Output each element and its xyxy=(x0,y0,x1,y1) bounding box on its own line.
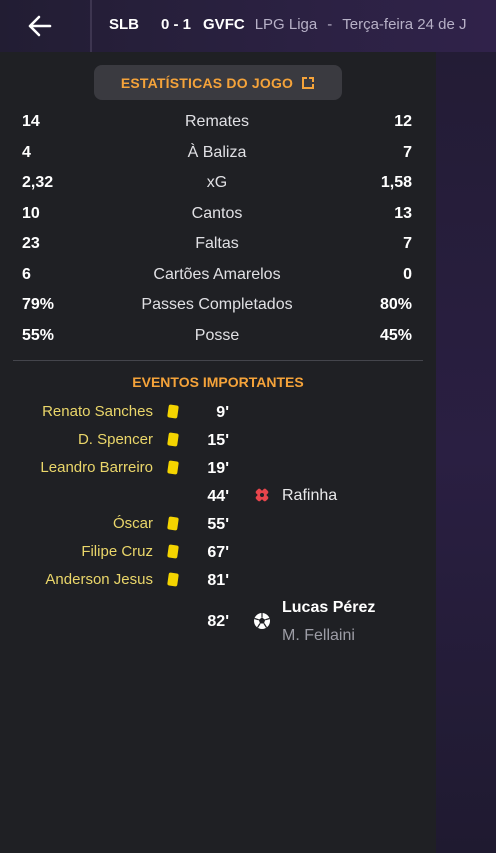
stat-away-value: 7 xyxy=(403,144,412,161)
section-divider xyxy=(13,360,423,361)
event-minute: 81' xyxy=(207,572,229,589)
match-header: SLB 0 - 1 GVFC LPG Liga - Terça-feira 24 de J xyxy=(109,16,466,33)
event-scorer[interactable]: Lucas Pérez xyxy=(282,599,375,617)
stat-label: Posse xyxy=(194,327,240,344)
yellow-card-icon xyxy=(167,460,179,475)
event-player[interactable]: Óscar xyxy=(113,515,153,532)
top-bar: SLB 0 - 1 GVFC LPG Liga - Terça-feira 24 de J xyxy=(0,0,496,52)
stat-row-shots: 14 Remates 12 xyxy=(22,113,412,135)
stat-away-value: 13 xyxy=(394,205,412,222)
stat-row-xg: 2,32 xG 1,58 xyxy=(22,174,412,196)
event-assist[interactable]: M. Fellaini xyxy=(282,627,355,645)
header-divider xyxy=(90,0,92,52)
event-minute: 55' xyxy=(207,516,229,533)
stat-row-on-target: 4 À Baliza 7 xyxy=(22,144,412,166)
stat-away-value: 12 xyxy=(394,113,412,130)
stat-away-value: 0 xyxy=(403,266,412,283)
back-button[interactable] xyxy=(18,8,64,44)
match-date: Terça-feira 24 de J xyxy=(342,16,467,33)
event-minute: 82' xyxy=(207,613,229,630)
event-player[interactable]: Anderson Jesus xyxy=(45,571,153,588)
yellow-card-icon xyxy=(167,432,179,447)
stat-row-corners: 10 Cantos 13 xyxy=(22,205,412,227)
event-player[interactable]: Renato Sanches xyxy=(42,403,153,420)
background-panel xyxy=(436,52,496,853)
stat-row-yellow-cards: 6 Cartões Amarelos 0 xyxy=(22,266,412,288)
yellow-card-icon xyxy=(167,404,179,419)
event-minute: 19' xyxy=(207,460,229,477)
yellow-card-icon xyxy=(167,516,179,531)
stat-away-value: 80% xyxy=(379,296,412,313)
event-away-player[interactable]: Rafinha xyxy=(282,487,337,505)
away-team[interactable]: GVFC xyxy=(203,16,245,33)
back-arrow-icon xyxy=(28,15,52,37)
yellow-card-icon xyxy=(167,572,179,587)
stat-row-fouls: 23 Faltas 7 xyxy=(22,235,412,257)
stat-label: À Baliza xyxy=(187,144,247,161)
match-stats-button-label: ESTATÍSTICAS DO JOGO xyxy=(120,74,294,91)
match-stats-panel: ESTATÍSTICAS DO JOGO 14 Remates 12 4 À B… xyxy=(0,52,436,853)
match-score: 0 - 1 xyxy=(161,16,192,33)
stat-away-value: 45% xyxy=(379,327,412,344)
event-player[interactable]: Leandro Barreiro xyxy=(40,459,153,476)
competition-name[interactable]: LPG Liga xyxy=(255,16,318,33)
event-minute: 15' xyxy=(207,432,229,449)
stat-label: Cartões Amarelos xyxy=(153,266,281,283)
events-title: EVENTOS IMPORTANTES xyxy=(132,374,304,390)
event-player[interactable]: D. Spencer xyxy=(78,431,153,448)
header-separator: - xyxy=(327,16,333,33)
event-minute: 44' xyxy=(207,488,229,505)
external-link-icon xyxy=(302,76,315,89)
stat-row-possession: 55% Posse 45% xyxy=(22,327,412,349)
stat-row-passes: 79% Passes Completados 80% xyxy=(22,296,412,318)
stat-away-value: 7 xyxy=(403,235,412,252)
stat-label: Remates xyxy=(184,113,250,130)
home-team[interactable]: SLB xyxy=(109,16,139,33)
event-minute: 67' xyxy=(207,544,229,561)
event-minute: 9' xyxy=(216,404,229,421)
injury-icon xyxy=(255,488,269,502)
stat-away-value: 1,58 xyxy=(380,174,412,191)
stat-label: Faltas xyxy=(195,235,239,252)
stat-label: Passes Completados xyxy=(141,296,293,313)
stat-label: Cantos xyxy=(191,205,243,222)
match-stats-button[interactable]: ESTATÍSTICAS DO JOGO xyxy=(94,65,342,100)
goal-ball-icon xyxy=(254,613,270,629)
event-player[interactable]: Filipe Cruz xyxy=(81,543,153,560)
yellow-card-icon xyxy=(167,544,179,559)
stat-label: xG xyxy=(206,174,228,191)
